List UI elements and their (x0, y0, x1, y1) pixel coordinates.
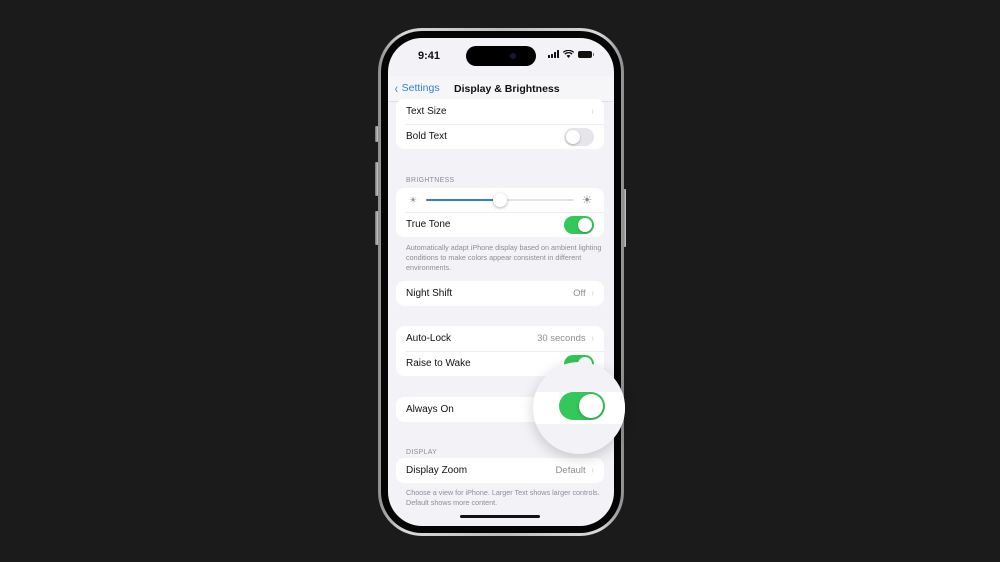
chevron-right-icon: › (591, 333, 594, 344)
sun-large-icon: ☀ (581, 193, 593, 207)
home-indicator[interactable] (460, 515, 540, 518)
true-tone-label: True Tone (406, 219, 451, 230)
text-size-label: Text Size (406, 106, 447, 117)
brightness-slider-row: ☀ ☀ (396, 188, 604, 212)
toggle-knob (579, 394, 603, 418)
chevron-right-icon: › (591, 106, 594, 117)
page-title: Display & Brightness (454, 83, 560, 95)
text-group: Text Size › Bold Text (396, 99, 604, 149)
phone-bezel: 9:41 ‹ Settings Display & Brightness Tex… (381, 31, 621, 533)
chevron-right-icon: › (591, 288, 594, 299)
status-bar: 9:41 (388, 38, 614, 74)
true-tone-row: True Tone (396, 212, 604, 237)
back-button[interactable]: ‹ Settings (394, 80, 440, 96)
display-header: DISPLAY (406, 449, 438, 456)
stage: 9:41 ‹ Settings Display & Brightness Tex… (0, 0, 1000, 562)
chevron-left-icon: ‹ (394, 80, 398, 96)
night-shift-value: Off (573, 288, 586, 299)
battery-icon (578, 50, 594, 58)
text-size-row[interactable]: Text Size › (396, 99, 604, 124)
true-tone-toggle[interactable] (564, 215, 594, 234)
display-zoom-row[interactable]: Display Zoom Default › (396, 458, 604, 483)
display-zoom-value: Default (555, 465, 586, 476)
chevron-right-icon: › (591, 465, 594, 476)
camera-icon (510, 53, 516, 59)
night-shift-label: Night Shift (406, 288, 453, 299)
status-icons (548, 50, 594, 58)
night-shift-row[interactable]: Night Shift Off › (396, 281, 604, 306)
back-label: Settings (401, 82, 440, 94)
brightness-header: BRIGHTNESS (406, 177, 455, 184)
bold-text-toggle[interactable] (564, 127, 594, 146)
phone-frame: 9:41 ‹ Settings Display & Brightness Tex… (378, 28, 624, 536)
status-time: 9:41 (418, 50, 441, 62)
magnified-always-on-toggle[interactable] (559, 392, 605, 420)
auto-lock-row[interactable]: Auto-Lock 30 seconds › (396, 326, 604, 351)
auto-lock-label: Auto-Lock (406, 333, 452, 344)
brightness-slider[interactable] (426, 188, 574, 212)
wifi-icon (563, 50, 574, 58)
magnifier-callout (533, 362, 625, 454)
night-shift-group: Night Shift Off › (396, 281, 604, 306)
bold-text-row: Bold Text (396, 124, 604, 149)
display-zoom-footnote: Choose a view for iPhone. Larger Text sh… (406, 488, 600, 507)
display-group: Display Zoom Default › (396, 458, 604, 483)
auto-lock-value: 30 seconds (537, 333, 586, 344)
bold-text-label: Bold Text (406, 131, 447, 142)
display-zoom-label: Display Zoom (406, 465, 468, 476)
dynamic-island (466, 46, 536, 66)
toggle-knob (566, 129, 580, 144)
cellular-signal-icon (548, 50, 559, 58)
true-tone-footnote: Automatically adapt iPhone display based… (406, 243, 602, 272)
toggle-knob (578, 217, 592, 232)
brightness-group: ☀ ☀ True Tone (396, 188, 604, 237)
slider-thumb[interactable] (493, 193, 507, 207)
sun-small-icon: ☀ (408, 194, 418, 205)
slider-fill (426, 199, 500, 201)
raise-to-wake-label: Raise to Wake (406, 358, 471, 369)
